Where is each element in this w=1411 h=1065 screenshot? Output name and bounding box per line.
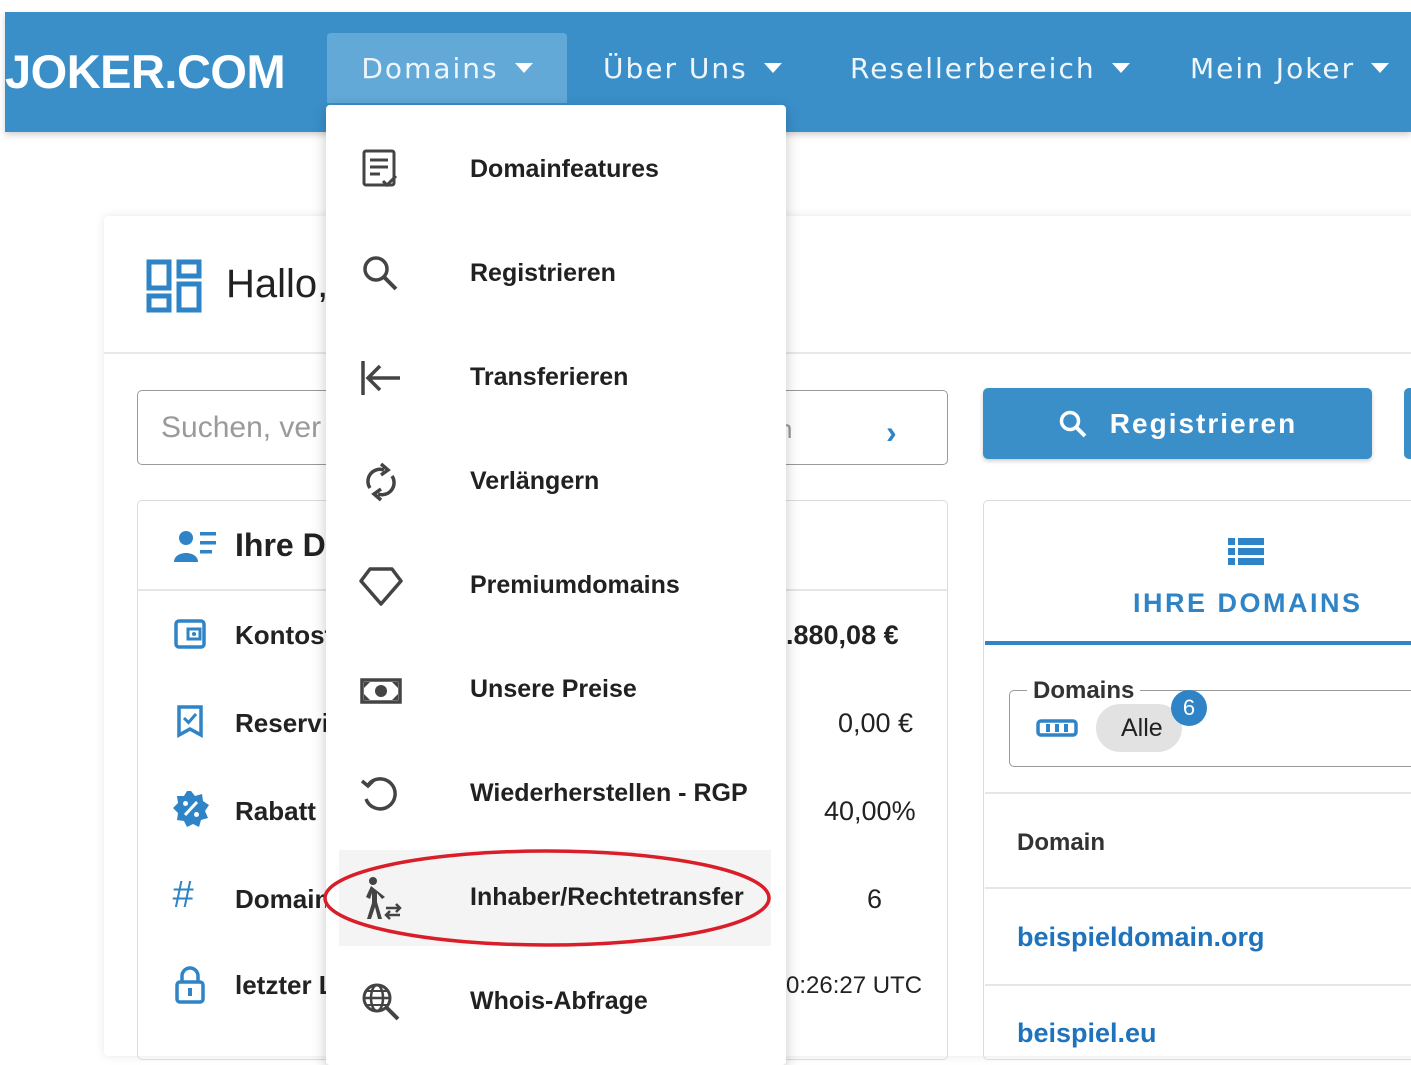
nav-resellerbereich[interactable]: Resellerbereich (850, 33, 1130, 103)
filter-legend: Domains (1027, 677, 1141, 705)
menu-item-label: Domainfeatures (470, 155, 659, 183)
ticket-icon (1036, 719, 1078, 737)
globe-search-icon (362, 983, 400, 1021)
nav-ueber-uns-label: Über Uns (603, 51, 748, 85)
arrow-to-left-icon (361, 361, 400, 395)
caret-down-icon (514, 63, 533, 73)
lock-icon (175, 966, 205, 1004)
divider (985, 887, 1411, 889)
greeting-title: Hallo, (226, 262, 329, 306)
menu-item-label: Unsere Preise (470, 675, 637, 703)
tab-ihre-domains[interactable]: IHRE DOMAINS (1133, 588, 1363, 619)
column-header-domain[interactable]: Domain (1017, 829, 1105, 857)
nav-mein-joker-label: Mein Joker (1190, 51, 1356, 85)
domain-link[interactable]: beispieldomain.org (1017, 922, 1265, 953)
reserved-label: Reservi (235, 708, 329, 738)
menu-item-label: Registrieren (470, 259, 616, 287)
nav-domains-label: Domains (361, 51, 499, 85)
domain-link[interactable]: beispiel.eu (1017, 1018, 1157, 1049)
search-placeholder: Suchen, ver (161, 411, 322, 444)
refresh-icon (366, 462, 396, 502)
info-panel-title: Ihre D (235, 527, 326, 563)
restore-icon (360, 777, 397, 811)
nav-domains[interactable]: Domains (327, 33, 567, 103)
menu-item-label: Whois-Abfrage (470, 987, 648, 1015)
list-icon (1228, 538, 1264, 565)
menu-item-label: Transferieren (470, 363, 629, 391)
last-login-label: letzter L (235, 970, 335, 1000)
register-button[interactable]: Registrieren (983, 388, 1372, 459)
highlight-annotation-oval (323, 849, 771, 947)
balance-label: Kontost (235, 620, 334, 650)
filter-chip-label: Alle (1121, 714, 1163, 742)
nav-ueber-uns[interactable]: Über Uns (603, 33, 782, 103)
balance-value: .880,08 € (786, 620, 899, 650)
nav-mein-joker[interactable]: Mein Joker (1190, 33, 1390, 103)
discount-label: Rabatt (235, 796, 316, 826)
caret-down-icon (1371, 63, 1390, 73)
document-check-icon (362, 149, 398, 188)
divider (985, 792, 1411, 794)
bookmark-check-icon (177, 705, 203, 738)
register-button-label: Registrieren (1109, 407, 1298, 439)
domain-count-value: 6 (867, 884, 883, 914)
caret-down-icon (1111, 63, 1130, 73)
domain-count-label: Domain (235, 884, 331, 914)
diamond-icon (359, 567, 403, 606)
dashboard-icon (146, 259, 202, 313)
wallet-icon (174, 619, 206, 649)
reserved-value: 0,00 € (838, 708, 914, 738)
nav-resellerbereich-label: Resellerbereich (850, 51, 1096, 85)
user-list-icon (174, 531, 216, 562)
active-tab-indicator (985, 641, 1411, 645)
discount-badge-icon (173, 791, 209, 827)
search-submit-chevron-icon[interactable]: › (886, 414, 897, 451)
search-icon (363, 256, 398, 291)
secondary-button[interactable] (1404, 388, 1411, 459)
last-login-value: 0:26:27 UTC (786, 972, 923, 999)
money-icon (360, 678, 402, 704)
hash-icon: # (172, 874, 194, 916)
discount-value: 40,00% (824, 796, 916, 826)
divider (985, 984, 1411, 986)
search-icon (1059, 410, 1087, 437)
caret-down-icon (763, 63, 782, 73)
count-badge: 6 (1171, 690, 1207, 726)
logo[interactable]: JOKER.COM (5, 44, 286, 99)
menu-item-label: Verlängern (470, 467, 600, 495)
menu-item-label: Premiumdomains (470, 571, 680, 599)
menu-item-label: Wiederherstellen - RGP (470, 779, 748, 807)
domains-panel (983, 500, 1411, 1060)
